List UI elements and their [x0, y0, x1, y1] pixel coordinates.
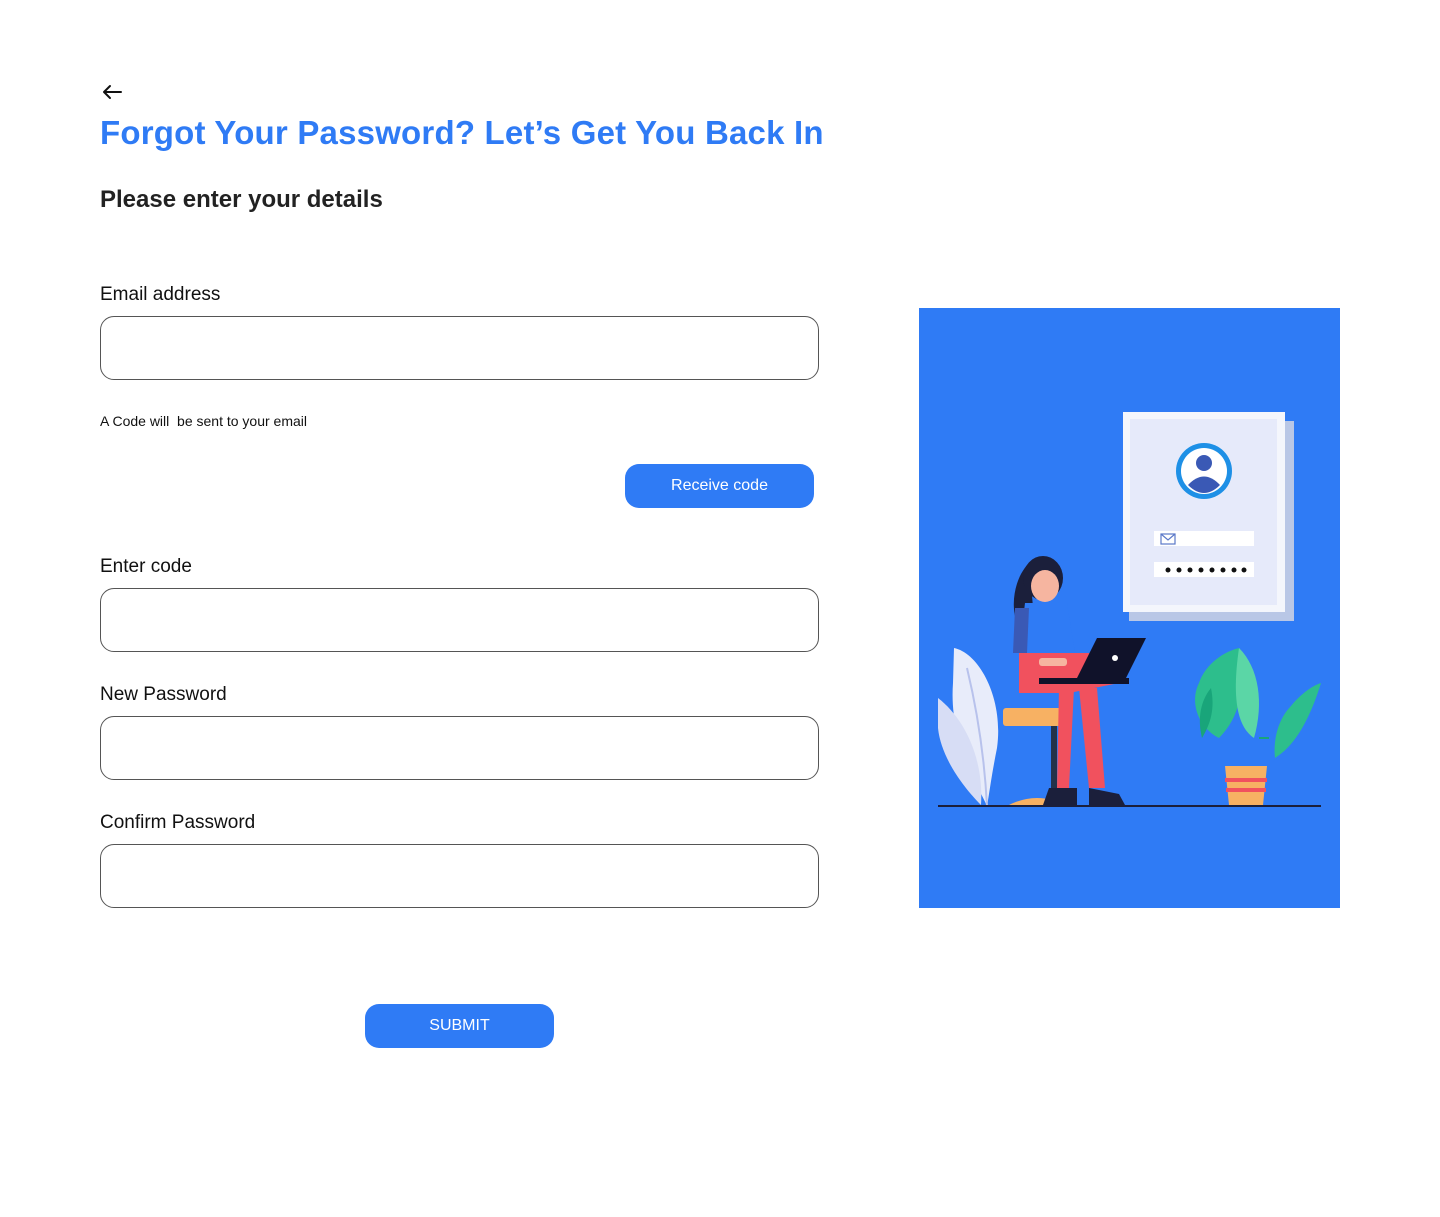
back-button[interactable] [100, 80, 124, 104]
code-label: Enter code [100, 556, 192, 577]
user-avatar-icon [1176, 443, 1232, 499]
receive-code-button[interactable]: Receive code [625, 464, 814, 508]
login-illustration [919, 308, 1340, 908]
leaf-plant-left [938, 648, 999, 807]
new-password-field[interactable] [100, 716, 819, 780]
page-title: Forgot Your Password? Let’s Get You Back… [100, 114, 824, 151]
confirm-password-label: Confirm Password [100, 812, 256, 833]
arrow-left-icon [103, 85, 122, 99]
potted-plant-right [1195, 648, 1321, 805]
new-password-label: New Password [100, 684, 227, 705]
submit-button[interactable]: SUBMIT [365, 1004, 554, 1048]
code-field[interactable] [100, 588, 819, 652]
illustration-graphic [938, 412, 1321, 807]
confirm-password-field[interactable] [100, 844, 819, 908]
email-hint: A Code will be sent to your email [100, 413, 307, 429]
page-subtitle: Please enter your details [100, 186, 383, 213]
email-label: Email address [100, 284, 221, 305]
email-field[interactable] [100, 316, 819, 380]
